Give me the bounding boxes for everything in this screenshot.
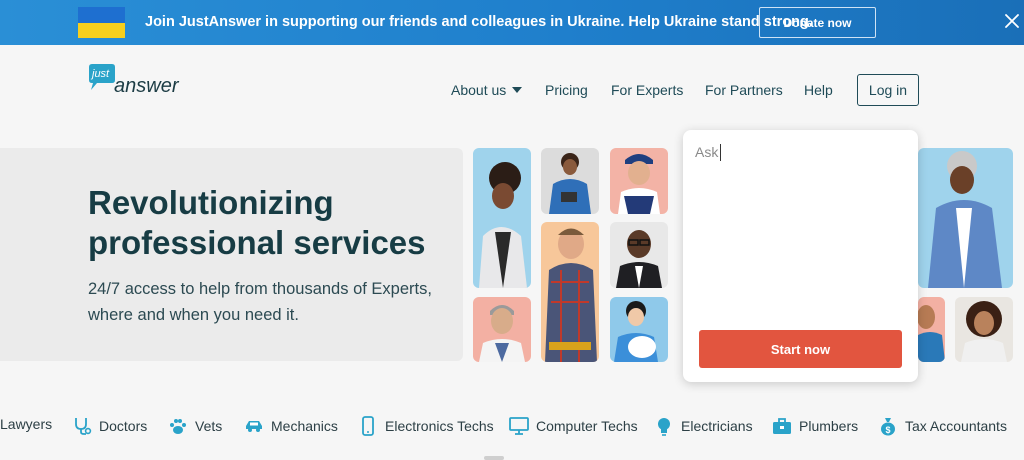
- toolbox-icon: [773, 418, 791, 434]
- expert-photo-man-scrubs: [918, 297, 945, 362]
- category-label: Plumbers: [799, 418, 859, 434]
- category-mechanics[interactable]: Mechanics: [244, 416, 338, 436]
- category-vets[interactable]: Vets: [168, 416, 222, 436]
- money-bag-icon: $: [881, 418, 895, 436]
- category-electricians[interactable]: Electricians: [654, 416, 753, 436]
- expert-photo-handyman: [541, 222, 599, 362]
- category-label: Computer Techs: [536, 418, 638, 434]
- category-bar: Lawyers Doctors Vets Mechanics Electroni…: [0, 410, 1024, 446]
- ask-input[interactable]: Ask: [695, 144, 905, 324]
- car-icon: [246, 421, 262, 432]
- category-label: Mechanics: [271, 418, 338, 434]
- category-label: Vets: [195, 418, 223, 434]
- lightbulb-icon: [658, 418, 670, 436]
- nav-help[interactable]: Help: [804, 82, 833, 98]
- close-icon[interactable]: [1003, 12, 1021, 30]
- banner-text: Join JustAnswer in supporting our friend…: [145, 14, 813, 30]
- category-doctors[interactable]: Doctors: [72, 416, 147, 436]
- category-electronics-techs[interactable]: Electronics Techs: [358, 416, 494, 436]
- login-button[interactable]: Log in: [857, 74, 919, 106]
- category-plumbers[interactable]: Plumbers: [772, 416, 858, 436]
- donate-button[interactable]: Donate now: [759, 7, 876, 38]
- text-cursor: [720, 144, 722, 161]
- expert-photo-vet-cat: [610, 297, 668, 362]
- nav-for-experts[interactable]: For Experts: [611, 82, 683, 98]
- svg-text:$: $: [885, 425, 890, 435]
- stethoscope-icon: [75, 418, 92, 435]
- caret-down-icon: [512, 87, 523, 93]
- category-label: Electronics Techs: [385, 418, 494, 434]
- ukraine-flag-icon: [78, 7, 125, 38]
- category-label: Electricians: [681, 418, 753, 434]
- logo-answer-text: answer: [114, 75, 180, 96]
- justanswer-logo[interactable]: just answer: [88, 64, 188, 97]
- logo-just-text: just: [90, 68, 110, 80]
- nav-for-partners[interactable]: For Partners: [705, 82, 783, 98]
- category-label: Lawyers: [0, 416, 53, 432]
- expert-photo-woman-smiling: [955, 297, 1013, 362]
- ukraine-banner: Join JustAnswer in supporting our friend…: [0, 0, 1024, 45]
- expert-photo-woman-doctor: [473, 148, 531, 288]
- nav-about-us[interactable]: About us: [451, 82, 523, 98]
- phone-icon: [362, 416, 374, 436]
- expert-photo-older-woman: [918, 148, 1013, 288]
- nav-about-label: About us: [451, 82, 507, 98]
- hero-subtitle: 24/7 access to help from thousands of Ex…: [88, 280, 432, 324]
- monitor-icon: [509, 417, 529, 435]
- category-computer-techs[interactable]: Computer Techs: [509, 416, 638, 436]
- ask-placeholder: Ask: [695, 144, 719, 160]
- expert-photo-mechanic: [610, 148, 668, 214]
- nav-pricing[interactable]: Pricing: [545, 82, 588, 98]
- expert-photo-man-glasses: [610, 222, 668, 288]
- paw-icon: [170, 419, 186, 434]
- category-label: Tax Accountants: [905, 418, 1007, 434]
- category-label: Doctors: [99, 418, 148, 434]
- scroll-indicator: [484, 456, 504, 460]
- category-tax-accountants[interactable]: $ Tax Accountants: [878, 416, 1007, 436]
- expert-photo-doctor-man: [473, 297, 531, 362]
- ask-card: Ask Start now: [683, 130, 918, 382]
- start-now-button[interactable]: Start now: [699, 330, 902, 368]
- category-lawyers[interactable]: Lawyers: [0, 416, 52, 432]
- expert-photo-woman-tablet: [541, 148, 599, 214]
- hero-title: Revolutionizing professional services: [88, 184, 426, 261]
